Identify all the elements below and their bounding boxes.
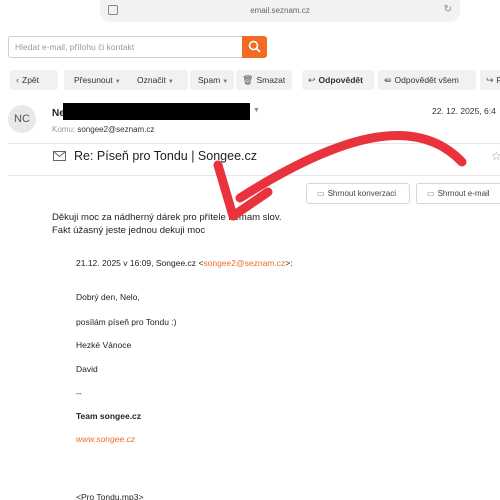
summary-icon: ▭ (427, 189, 435, 198)
summary-icon: ▭ (317, 189, 325, 198)
delete-button[interactable]: 🗑 Smazat (236, 70, 292, 90)
search-icon (248, 40, 261, 53)
summarize-email-button[interactable]: ▭ Shrnout e-mail (416, 183, 500, 204)
redaction-bar (63, 103, 250, 120)
signature-website-link[interactable]: www.songee.cz (76, 434, 135, 444)
reply-button[interactable]: ↩ Odpovědět (302, 70, 374, 90)
reply-all-icon: ⇚ (384, 75, 392, 85)
address-url[interactable]: email.seznam.cz (100, 6, 460, 15)
envelope-icon (53, 151, 66, 161)
summarize-conversation-button[interactable]: ▭ Shrnout konverzaci (306, 183, 410, 204)
address-bar[interactable]: email.seznam.cz ↻ (100, 0, 460, 22)
to-label: Komu: (52, 125, 76, 134)
divider (8, 143, 500, 144)
recipient-row: Komu: songee2@seznam.cz (52, 125, 154, 134)
search-input[interactable] (8, 36, 242, 58)
back-button[interactable]: ‹ Zpět (10, 70, 58, 90)
star-icon[interactable]: ☆ (491, 149, 500, 163)
subject-row: Re: Píseň pro Tondu | Songee.cz ☆ (0, 148, 500, 168)
search-button[interactable] (242, 36, 267, 58)
body-line: Děkuji moc za nádherný dárek pro přítele… (52, 212, 282, 223)
divider (8, 175, 500, 176)
signature-team: Team songee.cz (76, 411, 142, 421)
recipient-email[interactable]: songee2@seznam.cz (77, 125, 154, 134)
browser-topbar: email.seznam.cz ↻ (0, 0, 500, 30)
quote-name: David (76, 364, 98, 374)
signature-separator: -- (76, 388, 82, 398)
quote-text: posílám píseň pro Tondu :) (76, 317, 177, 327)
avatar: NC (8, 105, 36, 133)
quote-header: 21.12. 2025 v 16:09, Songee.cz <songee2@… (76, 258, 293, 268)
chevron-down-icon: ▼ (167, 79, 174, 85)
chevron-down-icon[interactable]: ▼ (253, 107, 260, 114)
reload-icon[interactable]: ↻ (444, 4, 452, 15)
message-subject: Re: Píseň pro Tondu | Songee.cz (74, 149, 257, 163)
move-button[interactable]: Přesunout ▼ (64, 70, 136, 90)
message-toolbar: ‹ Zpět Přesunout ▼ Označit ▼ Spam ▼ 🗑 Smazat … (10, 70, 500, 90)
quote-email-link[interactable]: songee2@seznam.cz (203, 258, 285, 268)
quote-wish: Hezké Vánoce (76, 340, 132, 350)
reply-all-button[interactable]: ⇚ Odpovědět všem (378, 70, 476, 90)
message-date: 22. 12. 2025, 6:4 (432, 106, 496, 116)
chevron-left-icon: ‹ (16, 75, 19, 85)
chevron-down-icon: ▼ (222, 79, 229, 85)
spam-button[interactable]: Spam ▼ (190, 70, 234, 90)
forward-button[interactable]: ↪Př (480, 70, 500, 90)
mark-button[interactable]: Označit ▼ (134, 70, 188, 90)
quote-greeting: Dobrý den, Nelo, (76, 292, 140, 302)
reply-icon: ↩ (308, 75, 316, 85)
trash-icon: 🗑 (242, 75, 254, 85)
chevron-down-icon: ▼ (114, 79, 121, 85)
forward-icon: ↪ (486, 75, 494, 85)
message-body: Děkuji moc za nádherný dárek pro přítele… (52, 212, 282, 237)
body-line: Fakt úžasný jeste jednou dekuji moc (52, 224, 206, 236)
attachment-reference[interactable]: <Pro Tondu.mp3> (76, 492, 143, 500)
